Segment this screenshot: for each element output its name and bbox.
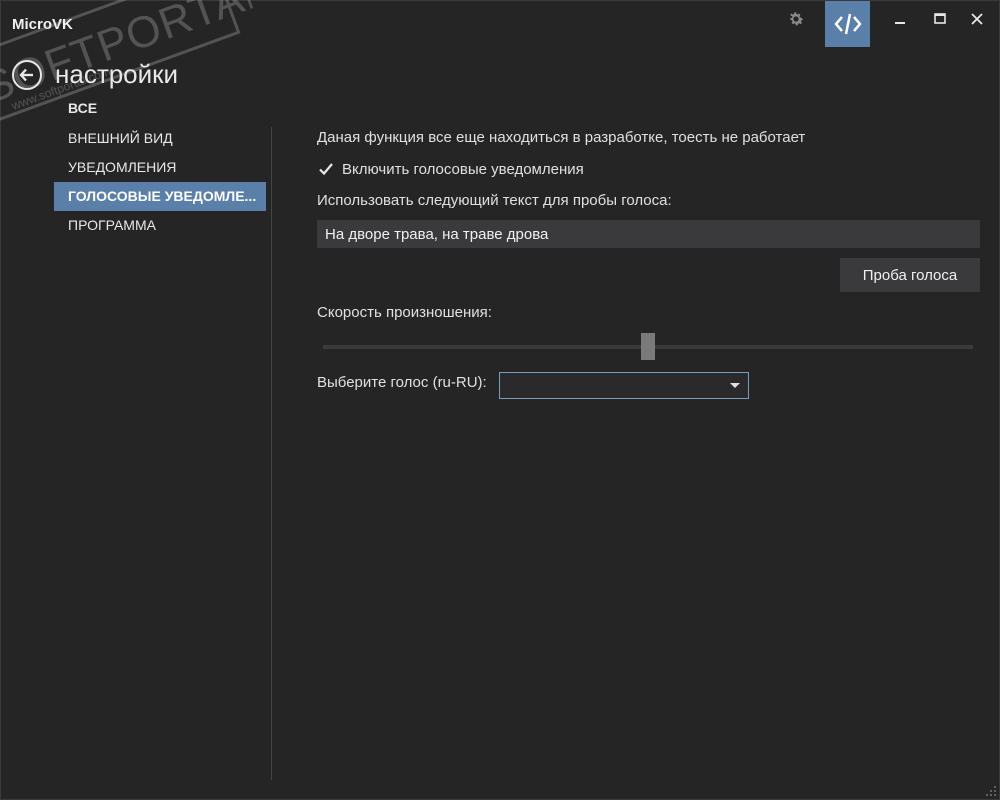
voice-select-dropdown[interactable] xyxy=(499,372,749,399)
development-notice: Даная функция все еще находиться в разра… xyxy=(317,129,806,146)
arrow-left-icon xyxy=(19,68,33,82)
minimize-button[interactable] xyxy=(888,9,912,29)
sample-text-input[interactable] xyxy=(317,220,980,248)
test-voice-button[interactable]: Проба голоса xyxy=(840,258,980,292)
gear-icon[interactable] xyxy=(785,8,807,30)
nav-item-program[interactable]: ПРОГРАММА xyxy=(54,211,266,240)
speech-speed-label: Скорость произношения: xyxy=(317,304,492,321)
maximize-button[interactable] xyxy=(928,9,952,29)
sample-text-label: Использовать следующий текст для пробы г… xyxy=(317,192,672,209)
nav-item-appearance[interactable]: ВНЕШНИЙ ВИД xyxy=(54,124,266,153)
enable-voice-checkbox[interactable] xyxy=(317,160,335,178)
speech-speed-slider-thumb[interactable] xyxy=(641,333,655,360)
checkmark-icon xyxy=(319,163,333,176)
enable-voice-row[interactable]: Включить голосовые уведомления xyxy=(317,160,584,178)
nav-divider xyxy=(271,127,272,780)
maximize-icon xyxy=(934,13,946,24)
code-icon xyxy=(833,13,862,35)
page-title: настройки xyxy=(55,59,179,89)
back-button[interactable] xyxy=(12,60,42,90)
chevron-down-icon xyxy=(730,383,740,388)
enable-voice-label: Включить голосовые уведомления xyxy=(342,160,584,178)
close-icon xyxy=(971,13,983,25)
title-bar: MicroVK xyxy=(1,1,1000,47)
voice-select-label: Выберите голос (ru-RU): xyxy=(317,374,487,391)
nav-item-notifications[interactable]: УВЕДОМЛЕНИЯ xyxy=(54,153,266,182)
nav-item-all[interactable]: ВСЕ xyxy=(54,95,266,121)
settings-nav: ВСЕ ВНЕШНИЙ ВИД УВЕДОМЛЕНИЯ ГОЛОСОВЫЕ УВ… xyxy=(54,95,266,240)
app-window: SOFTPORTAL ™ www.softportal.com MicroVK xyxy=(0,0,1000,800)
close-button[interactable] xyxy=(965,9,989,29)
resize-grip-icon[interactable] xyxy=(985,785,997,797)
minimize-icon xyxy=(895,22,905,24)
developer-button[interactable] xyxy=(825,1,870,47)
app-title: MicroVK xyxy=(12,16,73,33)
nav-item-voice-notifications[interactable]: ГОЛОСОВЫЕ УВЕДОМЛЕ... xyxy=(54,182,266,211)
